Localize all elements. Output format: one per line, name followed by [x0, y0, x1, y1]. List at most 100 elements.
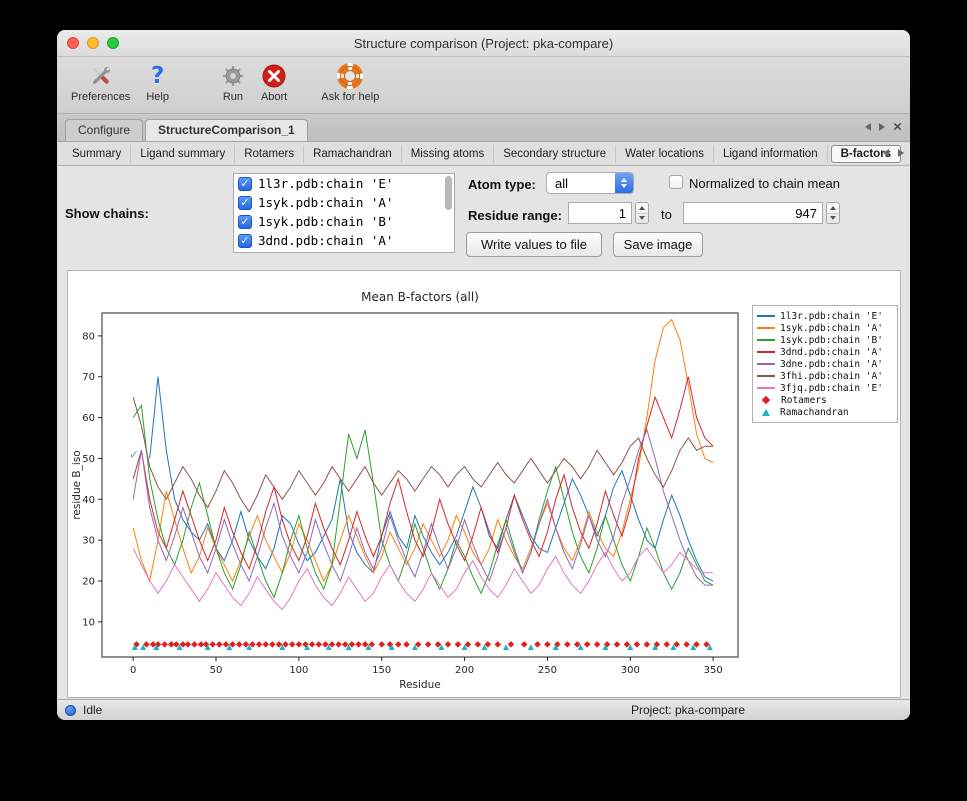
- svg-text:40: 40: [82, 495, 95, 506]
- tab-structurecomparison-1[interactable]: StructureComparison_1: [145, 119, 308, 141]
- legend-item: Rotamers: [757, 394, 893, 406]
- chain-row[interactable]: ✓1l3r.pdb:chain 'E': [234, 174, 454, 193]
- chain-checkbox[interactable]: ✓: [238, 177, 252, 191]
- legend-item: 3dne.pdb:chain 'A': [757, 358, 893, 370]
- sub-tabs: SummaryLigand summaryRotamersRamachandra…: [57, 142, 910, 166]
- tools-icon: [88, 61, 114, 91]
- legend-item: 1l3r.pdb:chain 'E': [757, 310, 893, 322]
- svg-text:350: 350: [704, 665, 723, 676]
- legend-line-swatch-icon: [757, 387, 775, 389]
- tab-ligand-summary[interactable]: Ligand summary: [131, 145, 235, 163]
- sub-tab-controls: [883, 149, 904, 157]
- legend-line-swatch-icon: [757, 315, 775, 317]
- plot-legend: 1l3r.pdb:chain 'E'1syk.pdb:chain 'A'1syk…: [752, 305, 898, 423]
- list-scrollbar[interactable]: [445, 176, 452, 210]
- legend-line-swatch-icon: [757, 339, 775, 341]
- tab-water-locations[interactable]: Water locations: [616, 145, 714, 163]
- svg-text:Residue: Residue: [399, 679, 440, 691]
- chain-row[interactable]: ✓ 1syk.pdb:chain 'A': [234, 193, 454, 212]
- to-label: to: [661, 207, 672, 222]
- legend-line-swatch-icon: [757, 327, 775, 329]
- run-label: Run: [223, 91, 243, 103]
- window-controls: [67, 37, 119, 49]
- svg-text:100: 100: [289, 665, 308, 676]
- tab-ramachandran[interactable]: Ramachandran: [304, 145, 402, 163]
- normalized-label: Normalized to chain mean: [689, 176, 840, 191]
- residue-from-stepper[interactable]: [635, 202, 649, 224]
- lifebuoy-icon: [337, 61, 363, 91]
- tab-scroll-left-icon[interactable]: [865, 123, 871, 131]
- chain-label: 1syk.pdb:chain 'B': [258, 214, 393, 229]
- chain-checkbox[interactable]: ✓: [238, 196, 252, 210]
- tab-rotamers[interactable]: Rotamers: [235, 145, 304, 163]
- title-bar: Structure comparison (Project: pka-compa…: [57, 30, 910, 57]
- tab-scroll-right-icon[interactable]: [879, 123, 885, 131]
- main-tab-bar: Configure StructureComparison_1: [57, 114, 910, 142]
- legend-label: 1l3r.pdb:chain 'E': [780, 311, 883, 322]
- legend-label: 1syk.pdb:chain 'A': [780, 323, 883, 334]
- tab-ligand-information[interactable]: Ligand information: [714, 145, 828, 163]
- chain-checkbox[interactable]: ✓: [238, 215, 252, 229]
- chain-row[interactable]: ✓ 3dnd.pdb:chain 'A': [234, 231, 454, 250]
- legend-line-swatch-icon: [757, 351, 775, 353]
- preferences-label: Preferences: [71, 91, 130, 103]
- help-button[interactable]: ? Help: [138, 61, 177, 103]
- save-image-button[interactable]: Save image: [613, 232, 703, 257]
- normalized-checkbox[interactable]: [669, 175, 683, 189]
- svg-text:0: 0: [130, 665, 136, 676]
- tab-secondary-structure[interactable]: Secondary structure: [494, 145, 616, 163]
- residue-to-stepper[interactable]: [826, 202, 840, 224]
- tab-missing-atoms[interactable]: Missing atoms: [402, 145, 495, 163]
- legend-item: 3dnd.pdb:chain 'A': [757, 346, 893, 358]
- chains-list[interactable]: ✓1l3r.pdb:chain 'E'✓1syk.pdb:chain 'A'✓1…: [233, 173, 455, 253]
- tab-configure[interactable]: Configure: [65, 119, 143, 141]
- svg-text:70: 70: [82, 372, 95, 383]
- svg-text:50: 50: [210, 665, 223, 676]
- atom-type-label: Atom type:: [468, 177, 536, 192]
- status-bar: Idle Project: pka-compare: [57, 699, 910, 720]
- legend-label: 3dne.pdb:chain 'A': [780, 359, 883, 370]
- subtab-scroll-right-icon[interactable]: [898, 149, 904, 157]
- chain-checkbox[interactable]: ✓: [238, 234, 252, 248]
- legend-label: 3fjq.pdb:chain 'E': [780, 383, 883, 394]
- status-indicator-icon: [65, 705, 76, 716]
- svg-text:50: 50: [82, 454, 95, 465]
- tab-close-icon[interactable]: [893, 122, 902, 131]
- legend-triangle-icon: [762, 409, 770, 416]
- main-tab-controls: [865, 122, 902, 131]
- svg-text:residue B_iso: residue B_iso: [71, 450, 83, 519]
- show-chains-label: Show chains:: [65, 206, 149, 221]
- svg-text:10: 10: [82, 617, 95, 628]
- minimize-window-button[interactable]: [87, 37, 99, 49]
- abort-label: Abort: [261, 91, 287, 103]
- write-values-button[interactable]: Write values to file: [466, 232, 602, 257]
- atom-type-value: all: [547, 176, 615, 191]
- svg-text:60: 60: [82, 413, 95, 424]
- abort-icon: [261, 61, 287, 91]
- close-window-button[interactable]: [67, 37, 79, 49]
- residue-from-input[interactable]: 1: [568, 202, 632, 224]
- legend-line-swatch-icon: [757, 363, 775, 365]
- residue-to-input[interactable]: 947: [683, 202, 823, 224]
- bfactor-figure: 0501001502002503003501020304050607080Mea…: [67, 270, 901, 698]
- chain-row[interactable]: ✓ 1syk.pdb:chain 'B': [234, 212, 454, 231]
- legend-item: Ramachandran: [757, 406, 893, 418]
- chain-label: 1syk.pdb:chain 'A': [258, 195, 393, 210]
- svg-text:150: 150: [372, 665, 391, 676]
- svg-text:80: 80: [82, 331, 95, 342]
- atom-type-dropdown[interactable]: all: [546, 172, 634, 194]
- app-window: Structure comparison (Project: pka-compa…: [57, 30, 910, 720]
- residue-range-label: Residue range:: [468, 208, 562, 223]
- tab-summary[interactable]: Summary: [63, 145, 131, 163]
- subtab-scroll-left-icon[interactable]: [883, 149, 889, 157]
- zoom-window-button[interactable]: [107, 37, 119, 49]
- run-button[interactable]: Run: [213, 61, 253, 103]
- svg-text:30: 30: [82, 536, 95, 547]
- abort-button[interactable]: Abort: [253, 61, 295, 103]
- legend-item: 3fjq.pdb:chain 'E': [757, 382, 893, 394]
- gear-icon: [221, 61, 245, 91]
- preferences-button[interactable]: Preferences: [63, 61, 138, 103]
- chain-label: 3dnd.pdb:chain 'A': [258, 233, 393, 248]
- ask-for-help-button[interactable]: Ask for help: [313, 61, 387, 103]
- svg-text:Mean B-factors (all): Mean B-factors (all): [361, 290, 479, 304]
